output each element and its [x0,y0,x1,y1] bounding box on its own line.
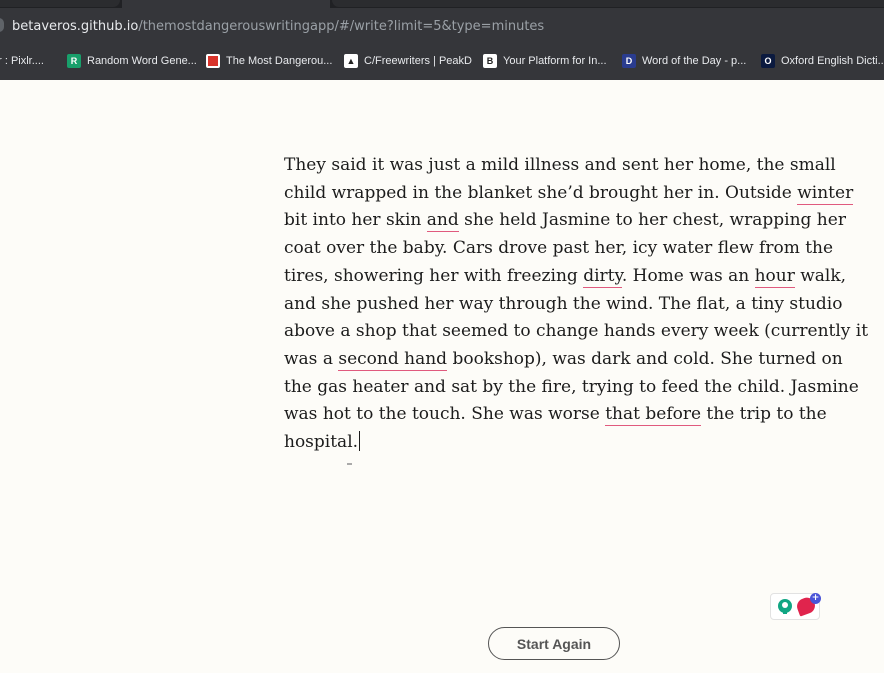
text-segment: the gas heater and sat by the fire, tryi… [284,376,859,397]
peakd-icon: ▲ [344,54,358,68]
bookmark-item[interactable]: B Your Platform for In... [483,53,607,69]
text-artifact [347,463,352,465]
text-segment: tires, showering her with freezing [284,265,584,286]
text-caret [359,431,361,452]
grammar-extension-widget[interactable]: + [770,593,821,620]
text-segment: and she pushed her way through the wind.… [284,293,843,314]
text-line: They said it was just a mild illness and… [284,152,836,180]
misspelled-word: that before [605,404,702,427]
url-path: /themostdangerouswritingapp/#/write?limi… [138,19,545,34]
text-line: hospital. [284,429,829,457]
misspelled-word: winter [797,182,854,205]
bookmark-label: or : Pixlr.... [0,55,44,67]
text-segment: walk, [794,265,847,286]
url-text[interactable]: betaveros.github.io/themostdangerouswrit… [12,19,544,34]
active-tab[interactable] [122,0,330,8]
text-segment: hospital. [284,432,359,453]
oxford-icon: O [761,54,775,68]
text-line: coat over the baby. Cars drove past her,… [284,235,833,263]
start-again-button[interactable]: Start Again [488,627,620,660]
word-of-day-icon: D [622,54,636,68]
bookmark-label: Your Platform for In... [503,55,607,67]
text-line: was a second hand bookshop), was dark an… [284,346,843,374]
address-bar[interactable]: betaveros.github.io/themostdangerouswrit… [0,8,884,42]
bookmark-item[interactable]: R Random Word Gene... [67,53,197,69]
platform-icon: B [483,54,497,68]
text-segment: the trip to the [701,404,827,425]
bookmark-label: Random Word Gene... [87,55,197,67]
inactive-tab[interactable] [0,0,120,7]
text-line: above a shop that seemed to change hands… [284,318,868,346]
misspelled-word: hour [754,265,795,288]
text-line: child wrapped in the blanket she’d broug… [284,180,854,208]
lightbulb-stem [783,610,787,614]
text-line: bit into her skin and she held Jasmine t… [284,207,846,235]
bookmark-item[interactable]: The Most Dangerou... [206,53,332,69]
text-segment: she held Jasmine to her chest, wrapping … [458,210,846,231]
text-line: the gas heater and sat by the fire, tryi… [284,374,859,402]
text-segment: was hot to the touch. She was worse [284,404,606,425]
text-segment: coat over the baby. Cars drove past her,… [284,238,834,259]
random-word-icon: R [67,54,81,68]
plus-icon[interactable]: + [810,593,821,604]
bookmark-item[interactable]: or : Pixlr.... [0,53,44,69]
misspelled-word: second hand [338,348,448,371]
bookmark-item[interactable]: D Word of the Day - p... [622,53,746,69]
misspelled-word: and [426,210,459,233]
bookmark-item[interactable]: ▲ C/Freewriters | PeakD [344,53,472,69]
text-segment: above a shop that seemed to change hands… [284,321,869,342]
most-dangerous-icon [206,54,220,68]
bookmarks-bar: or : Pixlr.... R Random Word Gene... The Mo… [0,42,884,80]
site-info-icon[interactable] [0,18,4,32]
inactive-tab[interactable] [332,0,884,7]
url-host: betaveros.github.io [12,19,139,34]
bookmark-item[interactable]: O Oxford English Dicti... [761,53,884,69]
text-segment: . Home was an [621,265,755,286]
text-segment: bit into her skin [284,210,427,231]
text-line: and she pushed her way through the wind.… [284,291,842,319]
misspelled-word: dirty [583,265,622,288]
text-segment: was a [284,348,339,369]
text-line: tires, showering her with freezing dirty… [284,263,846,291]
writing-area[interactable]: They said it was just a mild illness and… [284,152,868,457]
text-segment: child wrapped in the blanket she’d broug… [284,182,798,203]
bookmark-label: C/Freewriters | PeakD [364,55,472,67]
browser-tab-strip [0,0,884,8]
bookmark-label: Word of the Day - p... [642,55,747,67]
bookmark-label: Oxford English Dicti... [781,55,884,67]
text-segment: bookshop), was dark and cold. She turned… [447,348,843,369]
text-line: was hot to the touch. She was worse that… [284,401,829,429]
bookmark-label: The Most Dangerou... [226,55,333,67]
text-segment: They said it was just a mild illness and… [284,155,836,175]
